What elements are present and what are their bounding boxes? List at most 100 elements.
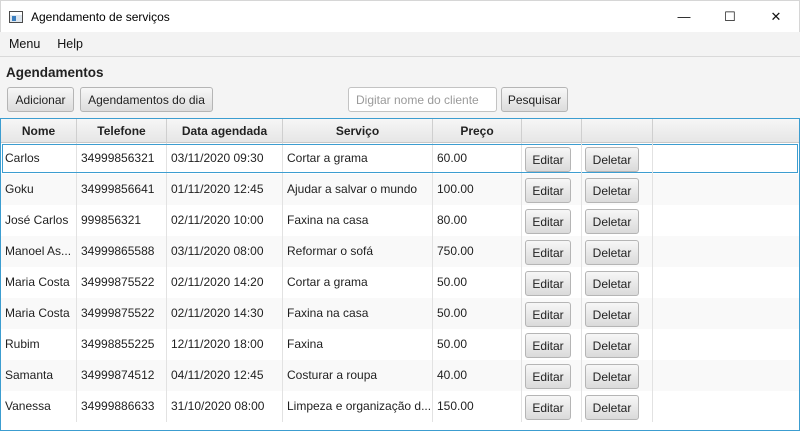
cell-filler bbox=[653, 143, 799, 174]
delete-button[interactable]: Deletar bbox=[585, 302, 639, 327]
cell-data: 02/11/2020 14:20 bbox=[167, 267, 283, 298]
cell-filler bbox=[653, 174, 799, 205]
cell-delete: Deletar bbox=[582, 174, 653, 205]
search-input[interactable] bbox=[348, 87, 497, 112]
column-header-telefone[interactable]: Telefone bbox=[77, 119, 167, 143]
delete-button[interactable]: Deletar bbox=[585, 209, 639, 234]
table-row[interactable]: Manoel As... 34999865588 03/11/2020 08:00 R… bbox=[1, 236, 799, 267]
cell-telefone: 34999875522 bbox=[77, 298, 167, 329]
column-header-servico[interactable]: Serviço bbox=[283, 119, 433, 143]
cell-nome: Goku bbox=[1, 174, 77, 205]
cell-preco: 60.00 bbox=[433, 143, 522, 174]
cell-nome: Maria Costa bbox=[1, 267, 77, 298]
daily-appointments-button[interactable]: Agendamentos do dia bbox=[80, 87, 213, 112]
edit-button[interactable]: Editar bbox=[525, 302, 571, 327]
column-header-data[interactable]: Data agendada bbox=[167, 119, 283, 143]
edit-button[interactable]: Editar bbox=[525, 271, 571, 296]
delete-button[interactable]: Deletar bbox=[585, 178, 639, 203]
appointments-table[interactable]: Nome Telefone Data agendada Serviço Preç… bbox=[0, 118, 800, 431]
add-button[interactable]: Adicionar bbox=[7, 87, 74, 112]
cell-nome: José Carlos bbox=[1, 205, 77, 236]
cell-delete: Deletar bbox=[582, 236, 653, 267]
cell-delete: Deletar bbox=[582, 360, 653, 391]
cell-telefone: 34999886633 bbox=[77, 391, 167, 422]
cell-edit: Editar bbox=[522, 298, 582, 329]
cell-nome: Carlos bbox=[1, 143, 77, 174]
delete-button[interactable]: Deletar bbox=[585, 364, 639, 389]
delete-button[interactable]: Deletar bbox=[585, 147, 639, 172]
cell-filler bbox=[653, 329, 799, 360]
cell-filler bbox=[653, 360, 799, 391]
edit-button[interactable]: Editar bbox=[525, 209, 571, 234]
cell-servico: Faxina bbox=[283, 329, 433, 360]
cell-servico: Costurar a roupa bbox=[283, 360, 433, 391]
cell-edit: Editar bbox=[522, 267, 582, 298]
cell-edit: Editar bbox=[522, 391, 582, 422]
cell-preco: 150.00 bbox=[433, 391, 522, 422]
cell-nome: Vanessa bbox=[1, 391, 77, 422]
cell-preco: 50.00 bbox=[433, 267, 522, 298]
cell-edit: Editar bbox=[522, 205, 582, 236]
cell-telefone: 34999856321 bbox=[77, 143, 167, 174]
cell-preco: 750.00 bbox=[433, 236, 522, 267]
edit-button[interactable]: Editar bbox=[525, 178, 571, 203]
cell-servico: Reformar o sofá bbox=[283, 236, 433, 267]
edit-button[interactable]: Editar bbox=[525, 364, 571, 389]
cell-telefone: 34999875522 bbox=[77, 267, 167, 298]
cell-delete: Deletar bbox=[582, 391, 653, 422]
cell-data: 03/11/2020 08:00 bbox=[167, 236, 283, 267]
cell-servico: Limpeza e organização d... bbox=[283, 391, 433, 422]
minimize-button[interactable]: — bbox=[661, 1, 707, 32]
delete-button[interactable]: Deletar bbox=[585, 333, 639, 358]
table-row[interactable]: José Carlos 999856321 02/11/2020 10:00 Faxi… bbox=[1, 205, 799, 236]
delete-button[interactable]: Deletar bbox=[585, 395, 639, 420]
table-row[interactable]: Carlos 34999856321 03/11/2020 09:30 Cortar … bbox=[1, 143, 799, 174]
edit-button[interactable]: Editar bbox=[525, 240, 571, 265]
table-row[interactable]: Vanessa 34999886633 31/10/2020 08:00 Limpez… bbox=[1, 391, 799, 422]
edit-button[interactable]: Editar bbox=[525, 147, 571, 172]
cell-edit: Editar bbox=[522, 236, 582, 267]
cell-edit: Editar bbox=[522, 329, 582, 360]
menu-bar: Menu Help bbox=[0, 32, 800, 57]
cell-filler bbox=[653, 205, 799, 236]
table-row[interactable]: Maria Costa 34999875522 02/11/2020 14:30 Fa… bbox=[1, 298, 799, 329]
cell-servico: Faxina na casa bbox=[283, 298, 433, 329]
cell-edit: Editar bbox=[522, 174, 582, 205]
cell-filler bbox=[653, 267, 799, 298]
cell-data: 02/11/2020 10:00 bbox=[167, 205, 283, 236]
cell-data: 02/11/2020 14:30 bbox=[167, 298, 283, 329]
cell-filler bbox=[653, 391, 799, 422]
edit-button[interactable]: Editar bbox=[525, 395, 571, 420]
cell-telefone: 34998855225 bbox=[77, 329, 167, 360]
cell-data: 12/11/2020 18:00 bbox=[167, 329, 283, 360]
cell-delete: Deletar bbox=[582, 205, 653, 236]
maximize-button[interactable]: ☐ bbox=[707, 1, 753, 32]
cell-delete: Deletar bbox=[582, 329, 653, 360]
edit-button[interactable]: Editar bbox=[525, 333, 571, 358]
delete-button[interactable]: Deletar bbox=[585, 271, 639, 296]
cell-filler bbox=[653, 236, 799, 267]
table-row[interactable]: Rubim 34998855225 12/11/2020 18:00 Faxina 50… bbox=[1, 329, 799, 360]
menu-item-help[interactable]: Help bbox=[49, 32, 91, 57]
table-row[interactable]: Maria Costa 34999875522 02/11/2020 14:20 Co… bbox=[1, 267, 799, 298]
delete-button[interactable]: Deletar bbox=[585, 240, 639, 265]
cell-servico: Faxina na casa bbox=[283, 205, 433, 236]
cell-servico: Cortar a grama bbox=[283, 143, 433, 174]
app-window-icon bbox=[9, 10, 23, 23]
table-body: Carlos 34999856321 03/11/2020 09:30 Cortar … bbox=[1, 143, 799, 422]
search-button[interactable]: Pesquisar bbox=[501, 87, 568, 112]
cell-telefone: 34999874512 bbox=[77, 360, 167, 391]
column-header-delete bbox=[582, 119, 653, 143]
column-header-preco[interactable]: Preço bbox=[433, 119, 522, 143]
cell-telefone: 34999856641 bbox=[77, 174, 167, 205]
cell-data: 01/11/2020 12:45 bbox=[167, 174, 283, 205]
menu-item-menu[interactable]: Menu bbox=[1, 32, 48, 57]
cell-data: 03/11/2020 09:30 bbox=[167, 143, 283, 174]
close-button[interactable]: ✕ bbox=[753, 1, 799, 32]
column-header-edit bbox=[522, 119, 582, 143]
cell-edit: Editar bbox=[522, 360, 582, 391]
column-header-nome[interactable]: Nome bbox=[1, 119, 77, 143]
table-row[interactable]: Goku 34999856641 01/11/2020 12:45 Ajudar a … bbox=[1, 174, 799, 205]
table-row[interactable]: Samanta 34999874512 04/11/2020 12:45 Costur… bbox=[1, 360, 799, 391]
cell-delete: Deletar bbox=[582, 143, 653, 174]
